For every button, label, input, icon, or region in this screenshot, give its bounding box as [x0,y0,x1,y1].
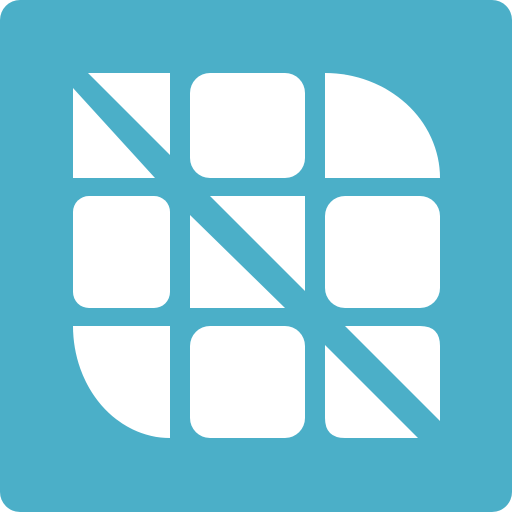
tile-bottom-center [190,326,305,438]
app-icon [0,0,512,512]
tile-top-center [190,73,305,178]
grid-tiles-icon [0,0,512,512]
tile-middle-left [73,196,170,308]
tile-middle-right [325,196,440,308]
